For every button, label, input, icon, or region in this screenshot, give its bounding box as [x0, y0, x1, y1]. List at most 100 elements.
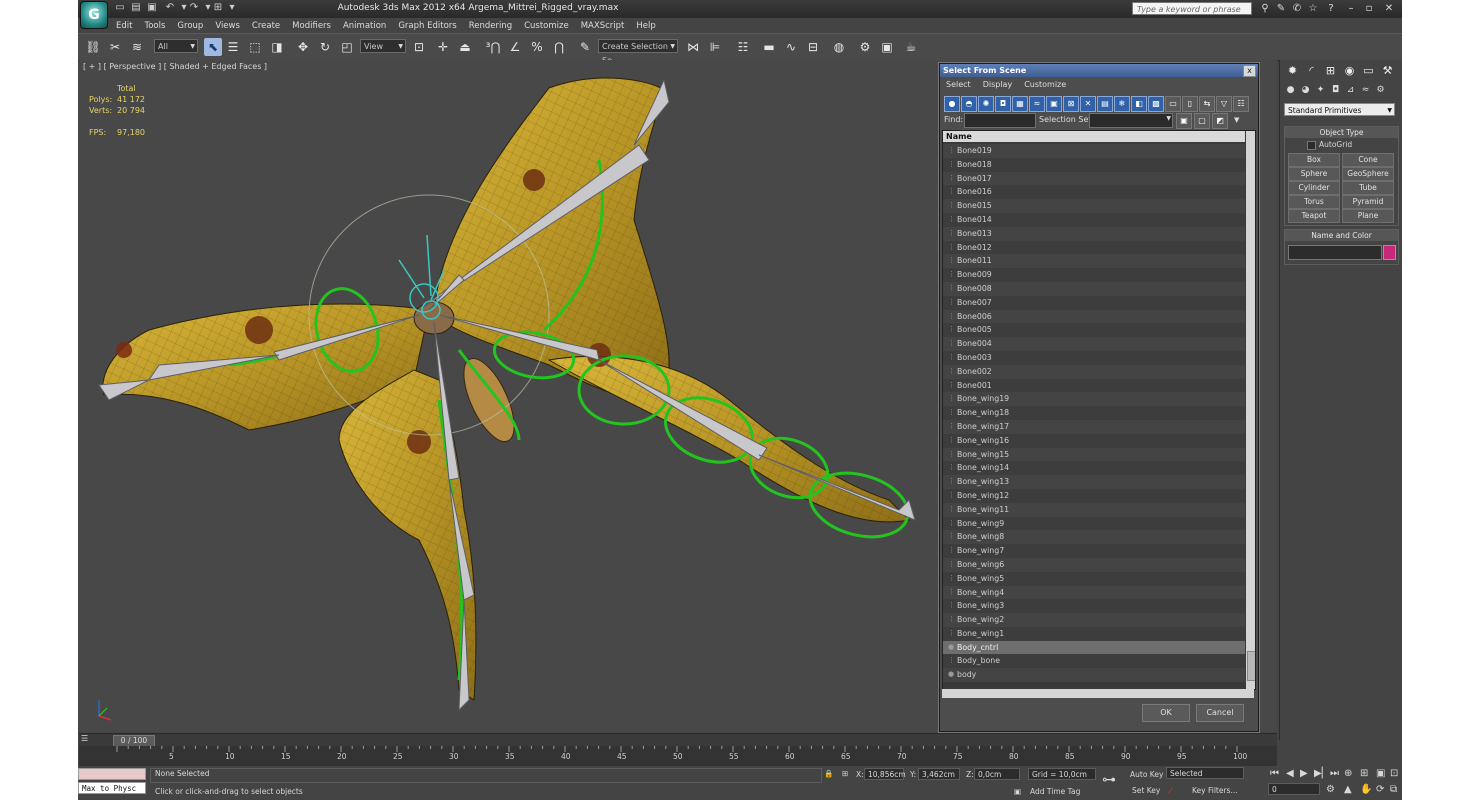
select-and-scale-icon[interactable]: ◰	[338, 38, 356, 56]
list-item[interactable]: ⋮ Bone015	[943, 199, 1245, 213]
list-item[interactable]: ⋮ Bone012	[943, 240, 1245, 255]
viewport-label[interactable]: [ + ] [ Perspective ] [ Shaded + Edged F…	[83, 62, 267, 71]
menu-group[interactable]: Group	[171, 19, 209, 33]
go-to-end-icon[interactable]: ⏭	[1330, 768, 1339, 779]
search-input[interactable]: Type a keyword or phrase	[1132, 2, 1252, 15]
maxscript-mini-listener[interactable]: Max to Physc	[78, 782, 146, 794]
z-coordinate-field[interactable]: 0,0cm	[974, 768, 1020, 780]
go-to-start-icon[interactable]: ⏮	[1270, 768, 1279, 779]
display-space-warps-icon[interactable]: ≈	[1029, 96, 1045, 112]
selection-filter-dropdown[interactable]: All	[154, 39, 198, 54]
time-configuration-icon[interactable]: ⚙	[1326, 784, 1335, 795]
configure-columns-icon[interactable]: ☷	[1233, 96, 1249, 112]
box-button[interactable]: Box	[1288, 153, 1340, 167]
tube-button[interactable]: Tube	[1342, 181, 1394, 195]
angle-snap-icon[interactable]: ∠	[506, 38, 524, 56]
display-bones-icon[interactable]: ✕	[1080, 96, 1096, 112]
cone-button[interactable]: Cone	[1342, 153, 1394, 167]
list-item[interactable]: ⋮ Bone_wing5	[943, 571, 1245, 586]
unlink-icon[interactable]: ✂	[106, 38, 124, 56]
zoom-icon[interactable]: ⊕	[1344, 768, 1352, 779]
helpers-category-icon[interactable]: ⊿	[1344, 84, 1357, 97]
list-item[interactable]: ⋮ Bone_wing13	[943, 475, 1245, 489]
maximize-viewport-icon[interactable]: ⧉	[1390, 784, 1397, 795]
named-selection-dropdown[interactable]: Create Selection Se	[598, 39, 678, 65]
next-frame-icon[interactable]: ▶▏	[1314, 768, 1329, 779]
undo-icon[interactable]: ↶	[164, 2, 176, 14]
list-item[interactable]: ● body	[943, 668, 1245, 683]
display-all-icon[interactable]: ▩	[1148, 96, 1164, 112]
object-color-swatch[interactable]	[1383, 245, 1396, 260]
list-item[interactable]: ⋮ Bone016	[943, 185, 1245, 200]
orbit-icon[interactable]: ⟳	[1376, 784, 1384, 795]
key-filters-button[interactable]: Key Filters...	[1192, 786, 1238, 795]
list-item[interactable]: ⋮ Body_bone	[943, 654, 1245, 669]
plane-button[interactable]: Plane	[1342, 209, 1394, 223]
display-tab-icon[interactable]: ▭	[1360, 62, 1377, 79]
options-chevron-icon[interactable]: ▼	[1234, 116, 1239, 124]
new-file-icon[interactable]: ▭	[114, 2, 126, 14]
save-file-icon[interactable]: ▣	[146, 2, 158, 14]
primitive-category-dropdown[interactable]: Standard Primitives	[1284, 103, 1395, 117]
project-folder-icon[interactable]: ⊞	[212, 2, 224, 14]
list-item[interactable]: ⋮ Bone005	[943, 323, 1245, 338]
pivot-center-icon[interactable]: ⊡	[410, 38, 428, 56]
display-lights-icon[interactable]: ✺	[978, 96, 994, 112]
list-vertical-scrollbar[interactable]	[1246, 131, 1255, 689]
maximize-icon[interactable]: ▫	[1362, 2, 1376, 15]
open-mini-curve-editor-icon[interactable]: ☰	[81, 734, 88, 743]
menu-graph-editors[interactable]: Graph Editors	[392, 19, 462, 33]
align-icon[interactable]: ⊫	[706, 38, 724, 56]
menu-animation[interactable]: Animation	[337, 19, 392, 33]
list-item[interactable]: ● Body_cntrl	[943, 640, 1245, 655]
list-item[interactable]: ⋮ Bone009	[943, 268, 1245, 282]
list-item[interactable]: ⋮ Bone_wing7	[943, 544, 1245, 558]
app-menu-logo-icon[interactable]: G	[81, 2, 107, 28]
percent-snap-icon[interactable]: %	[528, 38, 546, 56]
select-by-name-icon[interactable]: ☰	[224, 38, 242, 56]
find-input[interactable]	[964, 113, 1036, 128]
display-xrefs-icon[interactable]: ⊠	[1063, 96, 1079, 112]
list-item[interactable]: ⋮ Bone_wing9	[943, 516, 1245, 531]
list-item[interactable]: ⋮ Bone_wing8	[943, 530, 1245, 545]
filter-icon[interactable]: ▽	[1216, 96, 1232, 112]
display-groups-icon[interactable]: ▣	[1046, 96, 1062, 112]
teapot-button[interactable]: Teapot	[1288, 209, 1340, 223]
layer-manager-icon[interactable]: ☷	[734, 38, 752, 56]
list-item[interactable]: ⋮ Bone006	[943, 309, 1245, 324]
add-time-tag[interactable]: Add Time Tag	[1030, 787, 1080, 796]
list-item[interactable]: ⋮ Bone_wing17	[943, 419, 1245, 434]
quick-access-dropdown-icon[interactable]: ▾	[226, 2, 238, 14]
set-key-icon[interactable]: ⟋	[1168, 786, 1173, 796]
cylinder-button[interactable]: Cylinder	[1288, 181, 1340, 195]
menu-views[interactable]: Views	[209, 19, 246, 33]
communication-center-icon[interactable]: ✆	[1290, 2, 1304, 15]
menu-tools[interactable]: Tools	[138, 19, 171, 33]
reference-coordinate-dropdown[interactable]: View	[360, 39, 406, 54]
subscription-icon[interactable]: ✎	[1274, 2, 1288, 15]
material-editor-icon[interactable]: ◍	[830, 38, 848, 56]
window-crossing-icon[interactable]: ◨	[268, 38, 286, 56]
autogrid-checkbox[interactable]	[1307, 141, 1316, 150]
display-invert-icon[interactable]: ▯	[1182, 96, 1198, 112]
column-header-name[interactable]: Name	[943, 131, 1245, 142]
zoom-extents-icon[interactable]: ▣	[1376, 768, 1385, 779]
render-production-icon[interactable]: ☕	[902, 38, 920, 56]
close-window-icon[interactable]: ✕	[1382, 2, 1396, 15]
list-item[interactable]: ⋮ Bone_wing3	[943, 599, 1245, 614]
list-item[interactable]: ⋮ Bone_wing14	[943, 461, 1245, 476]
space-warps-category-icon[interactable]: ≈	[1359, 84, 1372, 97]
display-frozen-icon[interactable]: ❄	[1114, 96, 1130, 112]
x-coordinate-field[interactable]: 10,856cm	[864, 768, 906, 780]
list-item[interactable]: ⋮ Bone001	[943, 378, 1245, 393]
list-item[interactable]: ⋮ Bone_wing16	[943, 433, 1245, 448]
pyramid-button[interactable]: Pyramid	[1342, 195, 1394, 209]
sync-selection-icon[interactable]: ⇆	[1199, 96, 1215, 112]
cameras-category-icon[interactable]: ◘	[1329, 84, 1342, 97]
spinner-snap-icon[interactable]: ⋂	[550, 38, 568, 56]
selection-lock-icon[interactable]: 🔒	[824, 769, 833, 778]
motion-tab-icon[interactable]: ◉	[1341, 62, 1358, 79]
zoom-all-icon[interactable]: ⊞	[1360, 768, 1368, 779]
current-frame-field[interactable]: 0	[1268, 783, 1320, 795]
menu-customize[interactable]: Customize	[518, 19, 575, 33]
